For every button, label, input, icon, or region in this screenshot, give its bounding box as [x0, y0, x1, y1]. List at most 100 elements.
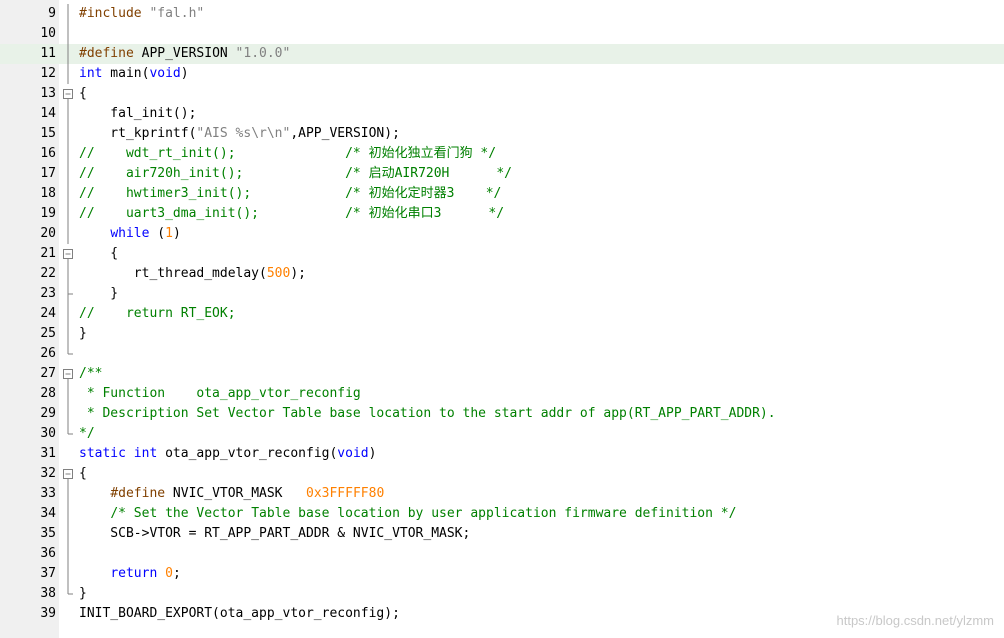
- code-line[interactable]: 11 #define APP_VERSION "1.0.0": [0, 44, 1004, 64]
- line-code[interactable]: // air720h_init(); /* 启动AIR720H */: [79, 164, 512, 184]
- code-token: // hwtimer3_init(); /* 初始化定时器3 */: [79, 186, 502, 201]
- line-code[interactable]: rt_thread_mdelay(500);: [79, 264, 306, 284]
- code-line[interactable]: 27 /**: [0, 364, 1004, 384]
- code-token: ): [180, 66, 189, 81]
- line-code[interactable]: // return RT_EOK;: [79, 304, 236, 324]
- code-line[interactable]: 35 SCB->VTOR = RT_APP_PART_ADDR & NVIC_V…: [0, 524, 1004, 544]
- fold-guide: [59, 424, 77, 444]
- fold-guide: [59, 144, 77, 164]
- fold-guide: [59, 504, 77, 524]
- code-line[interactable]: 28 * Function ota_app_vtor_reconfig: [0, 384, 1004, 404]
- code-token: * Function ota_app_vtor_reconfig: [79, 386, 361, 401]
- code-line[interactable]: 38}: [0, 584, 1004, 604]
- line-number: 35: [40, 526, 56, 541]
- fold-guide: [59, 24, 77, 44]
- line-code[interactable]: static int ota_app_vtor_reconfig(void): [79, 444, 376, 464]
- code-line[interactable]: 10: [0, 24, 1004, 44]
- line-code[interactable]: {: [79, 84, 87, 104]
- line-code[interactable]: int main(void): [79, 64, 189, 84]
- code-token: /* Set the Vector Table base location by…: [110, 506, 737, 521]
- fold-toggle-icon[interactable]: [59, 84, 77, 104]
- line-code[interactable]: #define NVIC_VTOR_MASK 0x3FFFFF80: [79, 484, 384, 504]
- fold-toggle-icon[interactable]: [59, 244, 77, 264]
- line-code[interactable]: // uart3_dma_init(); /* 初始化串口3 */: [79, 204, 504, 224]
- fold-toggle-icon[interactable]: [59, 464, 77, 484]
- code-line[interactable]: 37 return 0;: [0, 564, 1004, 584]
- code-line[interactable]: 18 // hwtimer3_init(); /* 初始化定时器3 */: [0, 184, 1004, 204]
- line-number: 13: [40, 86, 56, 101]
- line-code[interactable]: }: [79, 324, 87, 344]
- line-number: 25: [40, 326, 56, 341]
- code-line[interactable]: 12 int main(void): [0, 64, 1004, 84]
- code-token: ): [172, 226, 181, 241]
- line-code[interactable]: SCB->VTOR = RT_APP_PART_ADDR & NVIC_VTOR…: [79, 524, 470, 544]
- line-code[interactable]: {: [79, 244, 118, 264]
- code-token: // return RT_EOK;: [79, 306, 236, 321]
- line-code[interactable]: /* Set the Vector Table base location by…: [79, 504, 736, 524]
- code-line[interactable]: 19 // uart3_dma_init(); /* 初始化串口3 */: [0, 204, 1004, 224]
- code-line[interactable]: 29 * Description Set Vector Table base l…: [0, 404, 1004, 424]
- code-line[interactable]: 34 /* Set the Vector Table base location…: [0, 504, 1004, 524]
- code-token: int: [79, 66, 103, 81]
- line-number: 34: [40, 506, 56, 521]
- code-line[interactable]: 15 rt_kprintf("AIS %s\r\n",APP_VERSION);: [0, 124, 1004, 144]
- code-line[interactable]: 33 #define NVIC_VTOR_MASK 0x3FFFFF80: [0, 484, 1004, 504]
- code-token: "1.0.0": [235, 46, 291, 61]
- code-token: void: [337, 446, 369, 461]
- code-token: 0: [165, 566, 173, 581]
- line-code[interactable]: }: [79, 584, 87, 604]
- line-number: 28: [40, 386, 56, 401]
- code-line[interactable]: 31 static int ota_app_vtor_reconfig(void): [0, 444, 1004, 464]
- fold-guide: [59, 604, 77, 624]
- code-line[interactable]: 23 }: [0, 284, 1004, 304]
- code-token: #define: [79, 46, 134, 61]
- code-line[interactable]: 26: [0, 344, 1004, 364]
- line-code[interactable]: #define APP_VERSION "1.0.0": [79, 44, 290, 64]
- code-line[interactable]: 14 fal_init();: [0, 104, 1004, 124]
- code-lines[interactable]: 9 #include "fal.h" 10 11 #define APP_VERSION…: [0, 4, 1004, 624]
- code-line[interactable]: 21 {: [0, 244, 1004, 264]
- code-token: ;: [172, 566, 181, 581]
- code-line[interactable]: 32 {: [0, 464, 1004, 484]
- line-number: 29: [40, 406, 56, 421]
- code-token: rt_kprintf(: [79, 126, 197, 141]
- line-code[interactable]: #include "fal.h": [79, 4, 204, 24]
- code-line[interactable]: 36: [0, 544, 1004, 564]
- line-code[interactable]: * Function ota_app_vtor_reconfig: [79, 384, 361, 404]
- fold-guide: [59, 64, 77, 84]
- code-line[interactable]: 20 while (1): [0, 224, 1004, 244]
- line-code[interactable]: // hwtimer3_init(); /* 初始化定时器3 */: [79, 184, 501, 204]
- code-token: {: [79, 466, 87, 481]
- fold-guide: [59, 304, 77, 324]
- line-code[interactable]: while (1): [79, 224, 181, 244]
- code-editor[interactable]: 9 #include "fal.h" 10 11 #define APP_VERSION…: [0, 0, 1004, 638]
- line-code[interactable]: // wdt_rt_init(); /* 初始化独立看门狗 */: [79, 144, 496, 164]
- code-line[interactable]: 22 rt_thread_mdelay(500);: [0, 264, 1004, 284]
- code-token: #include: [79, 6, 150, 21]
- line-code[interactable]: fal_init();: [79, 104, 196, 124]
- line-number: 20: [40, 226, 56, 241]
- code-line[interactable]: 16 // wdt_rt_init(); /* 初始化独立看门狗 */: [0, 144, 1004, 164]
- line-code[interactable]: */: [79, 424, 95, 444]
- line-code[interactable]: return 0;: [79, 564, 181, 584]
- code-line[interactable]: 25}: [0, 324, 1004, 344]
- line-code[interactable]: /**: [79, 364, 102, 384]
- line-code[interactable]: {: [79, 464, 87, 484]
- code-token: // air720h_init(); /* 启动AIR720H */: [79, 166, 512, 181]
- fold-toggle-icon[interactable]: [59, 364, 77, 384]
- line-code[interactable]: rt_kprintf("AIS %s\r\n",APP_VERSION);: [79, 124, 400, 144]
- code-line[interactable]: 30 */: [0, 424, 1004, 444]
- line-code[interactable]: }: [79, 284, 118, 304]
- code-line[interactable]: 17 // air720h_init(); /* 启动AIR720H */: [0, 164, 1004, 184]
- code-line[interactable]: 24 // return RT_EOK;: [0, 304, 1004, 324]
- code-token: (: [149, 226, 166, 241]
- line-code[interactable]: INIT_BOARD_EXPORT(ota_app_vtor_reconfig)…: [79, 604, 400, 624]
- fold-guide: [59, 284, 77, 304]
- code-token: "AIS %s\r\n": [196, 126, 291, 141]
- code-token: 500: [266, 266, 291, 281]
- code-line[interactable]: 13 {: [0, 84, 1004, 104]
- code-line[interactable]: 9 #include "fal.h": [0, 4, 1004, 24]
- code-token: static: [79, 446, 126, 461]
- line-code[interactable]: * Description Set Vector Table base loca…: [79, 404, 776, 424]
